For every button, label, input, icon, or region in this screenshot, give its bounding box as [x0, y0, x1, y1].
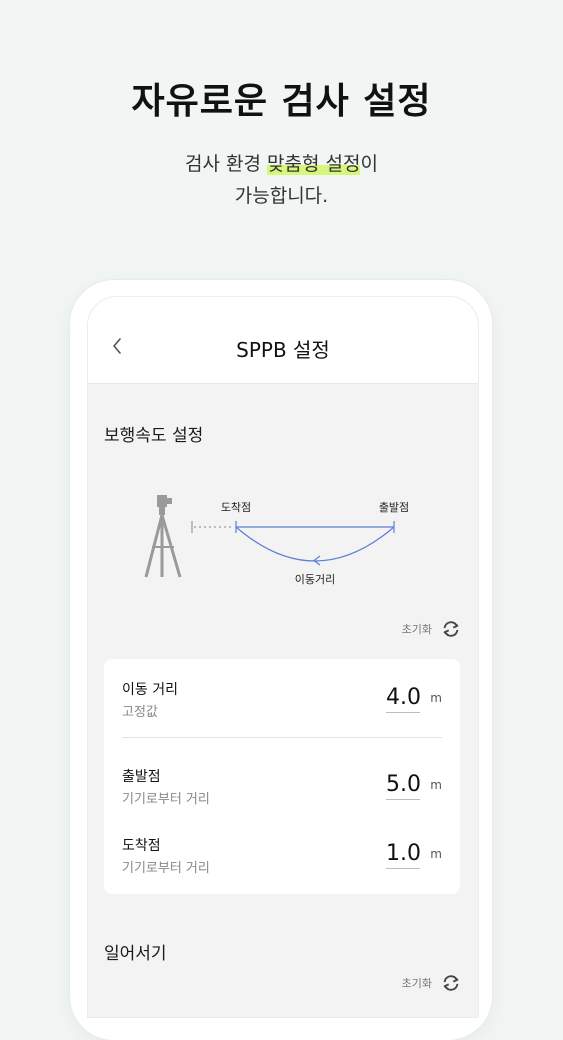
subtitle-line2: 가능합니다. [234, 185, 329, 207]
distance-label: 이동거리 [295, 573, 335, 586]
row-label: 출발점 [122, 769, 161, 785]
distance-value-field[interactable] [386, 685, 420, 713]
hero-title: 자유로운 검사 설정 [131, 81, 432, 122]
arrival-point-row: 도착점 기기로부터 거리 m [122, 835, 442, 885]
divider [122, 737, 442, 738]
arrival-label: 도착점 [221, 501, 251, 514]
row-label: 이동 거리 [122, 682, 178, 698]
subtitle-text: 검사 환경 [185, 153, 268, 175]
distance-settings-card: 이동 거리 고정값 m 출발점 기기로부터 거리 m 도착점 기기로부터 거리 … [104, 659, 460, 894]
reset-label: 초기화 [401, 977, 432, 990]
screen-title: SPPB 설정 [236, 338, 330, 362]
row-label: 도착점 [122, 838, 161, 854]
distance-row: 이동 거리 고정값 m [122, 679, 442, 729]
start-point-row: 출발점 기기로부터 거리 m [122, 766, 442, 816]
start-point-value-field[interactable] [386, 772, 420, 800]
gait-section-title: 보행속도 설정 [104, 426, 204, 446]
sit-stand-section-title: 일어서기 [104, 944, 167, 964]
walking-course-diagram: 도착점 출발점 이동거리 [144, 495, 409, 586]
subtitle-text-end: 이 [360, 153, 378, 175]
hero-subtitle: 검사 환경 맞춤형 설정이 가능합니다. [0, 148, 563, 212]
unit-label: m [430, 778, 442, 792]
camera-tripod-icon [144, 495, 182, 578]
return-arc [235, 526, 395, 562]
row-description: 기기로부터 거리 [122, 861, 210, 876]
app-header: SPPB 설정 [88, 297, 478, 384]
refresh-icon [440, 618, 462, 640]
app-screen: SPPB 설정 보행속도 설정 도착점 출발점 이동거리 초기화 이동 거리 고… [87, 296, 479, 1018]
subtitle-highlight: 맞춤형 설정 [267, 153, 361, 175]
arrival-point-value-field[interactable] [386, 841, 420, 869]
row-description: 고정값 [122, 705, 158, 720]
unit-label: m [430, 691, 442, 705]
row-description: 기기로부터 거리 [122, 792, 210, 807]
gait-reset-button[interactable]: 초기화 [402, 618, 462, 640]
sit-stand-reset-button[interactable]: 초기화 [402, 972, 462, 994]
start-label: 출발점 [379, 501, 409, 514]
unit-label: m [430, 847, 442, 861]
reset-label: 초기화 [401, 623, 432, 636]
refresh-icon [440, 972, 462, 994]
